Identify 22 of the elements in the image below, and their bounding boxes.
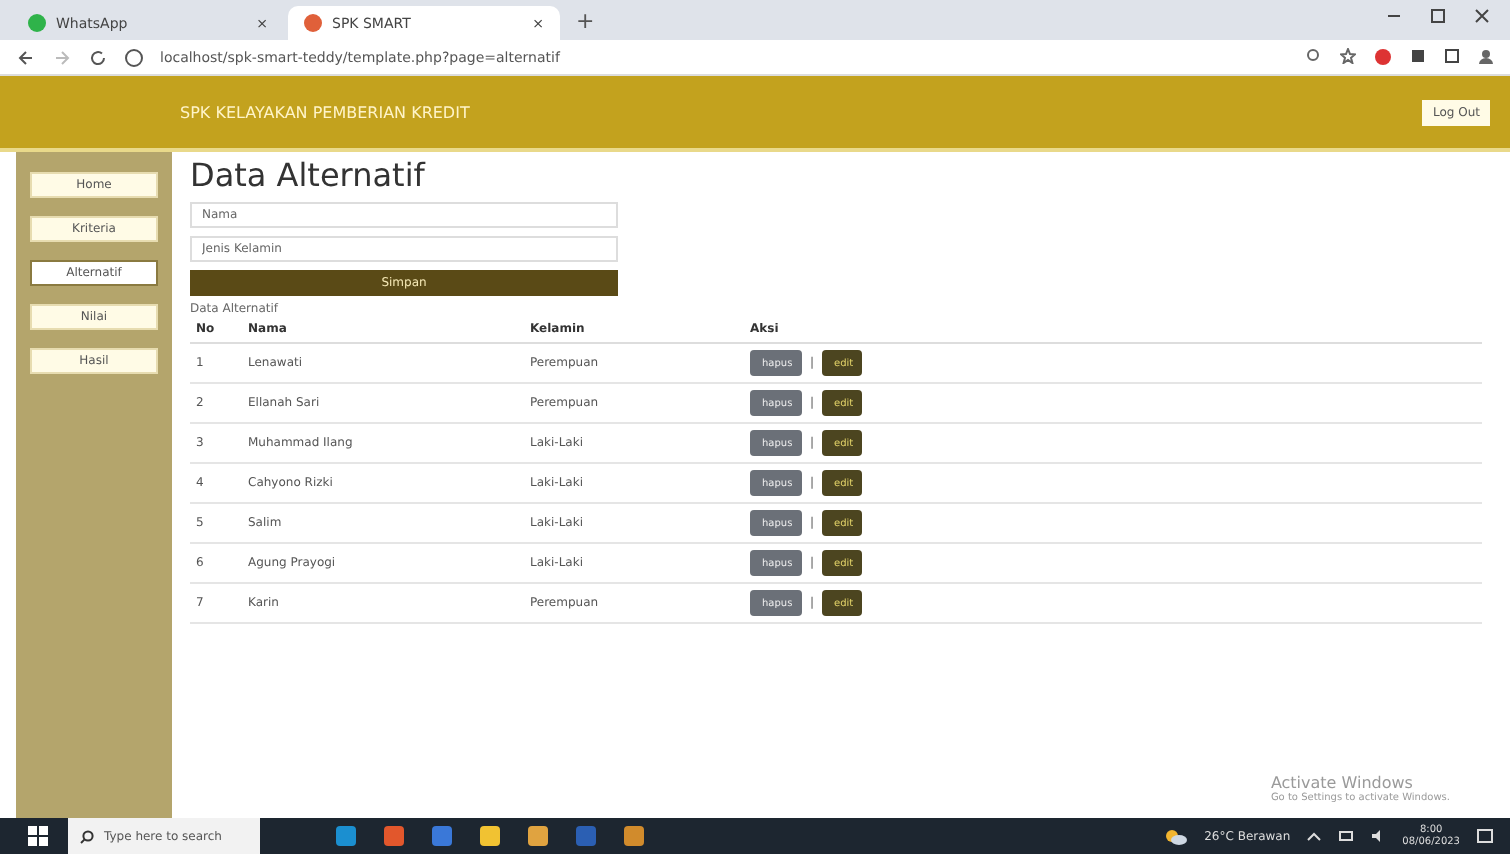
app-icon[interactable] — [480, 826, 500, 846]
app-title: SPK KELAYAKAN PEMBERIAN KREDIT — [180, 103, 472, 121]
app-icon[interactable] — [528, 826, 548, 846]
close-icon[interactable] — [1474, 8, 1490, 24]
back-icon[interactable] — [16, 47, 36, 67]
app-icon[interactable] — [384, 826, 404, 846]
windows-icon[interactable] — [28, 826, 48, 846]
restore-icon[interactable] — [1430, 8, 1446, 24]
site-icon — [28, 14, 46, 32]
app-icon[interactable] — [624, 826, 644, 846]
page-title: Data Alternatif — [190, 156, 428, 194]
activation-title: Activate Windows — [1270, 774, 1415, 792]
profile-icon[interactable] — [1478, 48, 1494, 64]
app-icon[interactable] — [336, 826, 356, 846]
new-tab-button[interactable]: + — [564, 8, 607, 40]
app-icon[interactable] — [432, 826, 452, 846]
chevron-icon[interactable] — [1306, 828, 1323, 844]
star-icon[interactable] — [1340, 48, 1356, 64]
weather-icon — [1164, 827, 1189, 845]
reload-icon[interactable] — [88, 47, 108, 67]
site-icon — [304, 14, 322, 32]
search-icon — [80, 829, 94, 843]
